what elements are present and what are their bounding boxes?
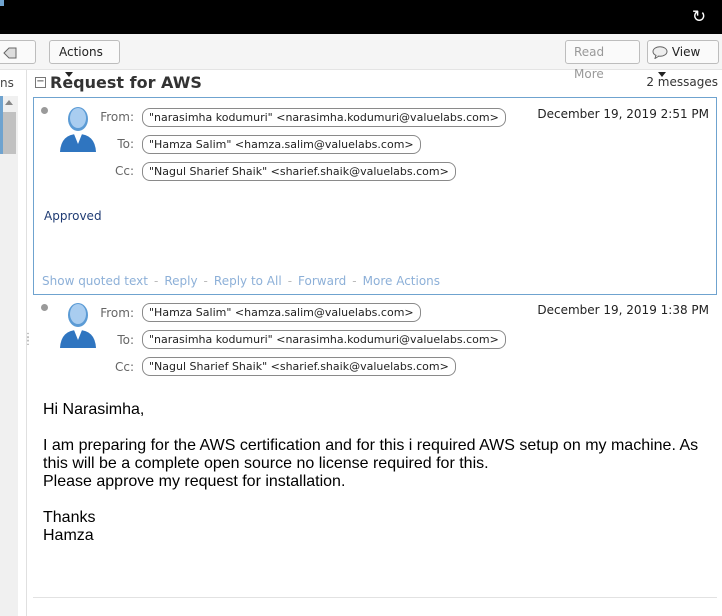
cc-address[interactable]: "Nagul Sharief Shaik" <sharief.shaik@val… — [142, 357, 456, 376]
user-avatar-icon — [60, 303, 96, 348]
unread-dot-icon[interactable] — [41, 304, 48, 311]
scrollbar-thumb[interactable] — [2, 112, 16, 154]
reply-all-link[interactable]: Reply to All — [214, 274, 282, 288]
collapse-icon[interactable]: − — [35, 77, 46, 88]
message-card[interactable]: From: "Hamza Salim" <hamza.salim@valuela… — [33, 296, 717, 596]
from-label: From: — [100, 110, 134, 124]
to-label: To: — [117, 333, 134, 347]
message-toolbar: Actions Read More View — [0, 34, 722, 81]
selected-folder-indicator — [0, 96, 3, 154]
actions-button[interactable]: Actions — [49, 40, 120, 77]
tag-button[interactable] — [0, 40, 36, 77]
conversation-header: − Request for AWS 2 messages — [30, 70, 722, 96]
forward-link[interactable]: Forward — [298, 274, 346, 288]
view-label: View — [671, 45, 701, 59]
separator: - — [352, 274, 357, 288]
folder-pane-scrollbar[interactable] — [0, 96, 18, 616]
cc-label: Cc: — [114, 164, 134, 178]
message-count: 2 messages — [646, 75, 718, 89]
body-line: this will be a complete open source no l… — [43, 455, 489, 472]
cc-address[interactable]: "Nagul Sharief Shaik" <sharief.shaik@val… — [142, 162, 456, 181]
unread-dot-icon[interactable] — [41, 107, 48, 114]
to-address[interactable]: "Hamza Salim" <hamza.salim@valuelabs.com… — [142, 135, 421, 154]
speech-bubble-icon — [652, 46, 668, 60]
read-more-button[interactable]: Read More — [565, 40, 640, 81]
actions-label: Actions — [59, 45, 103, 59]
show-quoted-text-link[interactable]: Show quoted text — [42, 274, 148, 288]
separator: - — [287, 274, 293, 288]
scroll-up-icon[interactable] — [5, 100, 13, 105]
from-label: From: — [100, 306, 134, 320]
body-signature: Hamza — [43, 527, 94, 544]
divider — [33, 597, 717, 598]
body-line: Please approve my request for installati… — [43, 473, 346, 490]
reply-link[interactable]: Reply — [164, 274, 197, 288]
message-date: December 19, 2019 2:51 PM — [537, 107, 709, 121]
body-signoff: Thanks — [43, 509, 96, 526]
top-bar: ↻ — [0, 0, 722, 34]
cc-label: Cc: — [114, 360, 134, 374]
from-address[interactable]: "narasimha kodumuri" <narasimha.kodumuri… — [142, 108, 506, 127]
pane-resize-grip-icon[interactable]: ⋮ ⋮ — [23, 333, 33, 347]
refresh-icon[interactable]: ↻ — [690, 8, 708, 26]
conversation-subject: Request for AWS — [50, 73, 202, 92]
folder-pane-truncated-label: ns — [0, 76, 14, 90]
user-avatar-icon — [60, 107, 96, 152]
to-address[interactable]: "narasimha kodumuri" <narasimha.kodumuri… — [142, 330, 506, 349]
from-address[interactable]: "Hamza Salim" <hamza.salim@valuelabs.com… — [142, 303, 421, 322]
message-card[interactable]: From: "narasimha kodumuri" <narasimha.ko… — [33, 97, 717, 295]
message-body: Hi Narasimha, I am preparing for the AWS… — [43, 401, 713, 545]
message-actions: Show quoted text - Reply - Reply to All - Forw… — [42, 274, 440, 288]
body-greeting: Hi Narasimha, — [43, 401, 145, 418]
message-body: Approved — [44, 209, 102, 223]
body-line: I am preparing for the AWS certification… — [43, 437, 699, 454]
top-left-accent — [0, 0, 4, 6]
message-date: December 19, 2019 1:38 PM — [537, 303, 709, 317]
tag-icon — [3, 47, 17, 58]
to-label: To: — [117, 137, 134, 151]
separator: - — [203, 274, 208, 288]
more-actions-link[interactable]: More Actions — [363, 274, 440, 288]
separator: - — [153, 274, 159, 288]
view-button[interactable]: View — [647, 40, 719, 77]
